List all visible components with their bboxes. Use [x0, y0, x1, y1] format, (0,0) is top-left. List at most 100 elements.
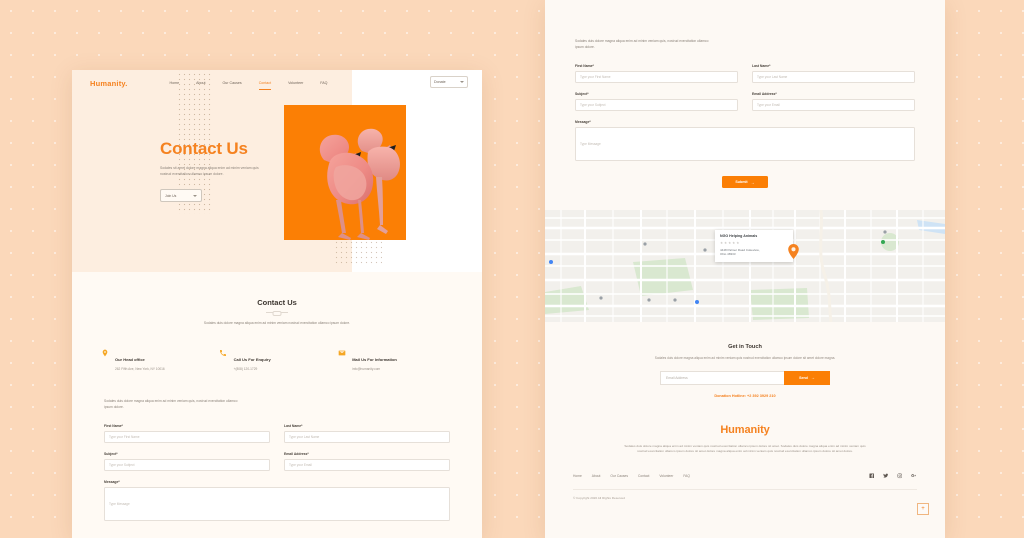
contact-form: First Name* Type your First Name Last Na…: [104, 424, 450, 521]
subscribe-email-input[interactable]: Email Address: [660, 370, 784, 385]
map-canvas: [545, 210, 945, 322]
send-button-label: Send: [799, 375, 808, 380]
footer-paragraph: Sodales duis dolore magna aliqua enim ad…: [624, 443, 866, 454]
get-in-touch-title: Get in Touch: [728, 344, 762, 350]
field-label: First Name*: [575, 64, 594, 68]
submit-button[interactable]: Submit →: [722, 176, 768, 188]
field-email: Email Address* Type your Email: [752, 92, 915, 111]
phone-icon: [219, 348, 228, 357]
nav-item-our-causes[interactable]: Our Causes: [223, 79, 242, 87]
input-placeholder: Email Address: [666, 375, 688, 380]
site-footer: Humanity Sodales duis dolore magna aliqu…: [545, 397, 945, 500]
email-input[interactable]: Type your Email: [752, 99, 915, 111]
footer-nav: Home About Our Causes Contact Volunteer …: [573, 474, 690, 478]
star-icon: ★: [736, 240, 740, 245]
form-intro-text: Sodales duis dolore magna aliqua enim ad…: [104, 399, 238, 409]
map-place-title: NGO Helping Animals: [720, 234, 758, 238]
contact-info-detail: +(808) 120-1729: [233, 367, 258, 371]
input-placeholder: Type your Last Name: [757, 75, 788, 79]
google-plus-icon[interactable]: [910, 473, 917, 480]
subscribe-form: Email Address Send →: [660, 370, 830, 385]
arrow-right-icon: →: [810, 375, 815, 380]
field-label: Subject*: [104, 452, 118, 456]
last-name-input[interactable]: Type your Last Name: [284, 431, 450, 443]
footer-logo[interactable]: Humanity: [545, 424, 945, 436]
input-placeholder: Type your Subject: [580, 103, 606, 107]
first-name-input[interactable]: Type your First Name: [104, 431, 270, 443]
copyright-text: © Copyright 2020 All Rights Reserved: [573, 495, 625, 500]
map-address-line-2: Ohio 48333: [720, 252, 736, 256]
contact-info-heading: Our Head office: [115, 357, 145, 362]
field-label: Last Name*: [284, 424, 303, 428]
message-textarea[interactable]: Type Message: [104, 487, 450, 521]
contact-info-detail: 262 Fifth Ave, New York, NY 10016: [115, 367, 165, 371]
field-label: Message*: [104, 480, 120, 484]
right-page-mockup: Sodales duis dolore magna aliqua enim ad…: [545, 0, 945, 538]
input-placeholder: Type your Email: [289, 463, 312, 467]
facebook-icon[interactable]: [868, 473, 875, 480]
nav-item-contact[interactable]: Contact: [258, 79, 272, 90]
map-rating-stars: ★ ★ ★ ★ ★: [720, 241, 788, 245]
footer-bar: Home About Our Causes Contact Volunteer …: [545, 473, 945, 480]
subject-input[interactable]: Type your Subject: [104, 459, 270, 471]
field-message: Message* Type Message: [104, 480, 450, 521]
field-first-name: First Name* Type your First Name: [104, 424, 270, 443]
star-icon: ★: [724, 240, 728, 245]
donate-button[interactable]: Donate: [430, 76, 468, 88]
map-pin-icon: [100, 348, 109, 357]
footer-link-home[interactable]: Home: [573, 474, 582, 478]
hero-paragraph: Sodales sit amet dolore magna aliqua eni…: [160, 166, 259, 176]
nav-item-faq[interactable]: FAQ: [320, 79, 327, 87]
field-label: Last Name*: [752, 64, 771, 68]
arrow-right-icon: →: [750, 179, 755, 185]
mail-icon: [337, 348, 346, 357]
footer-link-volunteer[interactable]: Volunteer: [659, 474, 673, 478]
footer-link-our-causes[interactable]: Our Causes: [610, 474, 628, 478]
message-textarea[interactable]: Type Message: [575, 127, 915, 161]
site-logo[interactable]: Humanity.: [90, 79, 128, 88]
chevron-down-icon: [193, 194, 197, 197]
footer-link-faq[interactable]: FAQ: [683, 474, 690, 478]
map-info-card[interactable]: NGO Helping Animals ★ ★ ★ ★ ★ 4448 Palme…: [715, 230, 793, 262]
contact-form: First Name* Type your First Name Last Na…: [575, 64, 915, 161]
contact-info-phone: Call Us For Enquiry +(808) 120-1729: [219, 348, 336, 372]
map-marker-icon[interactable]: [788, 244, 799, 259]
left-page-mockup: Humanity. Home About Our Causes Contact …: [72, 70, 482, 538]
star-icon: ★: [732, 240, 736, 245]
join-us-button[interactable]: Join Us: [160, 189, 202, 202]
field-label: Email Address*: [752, 92, 777, 96]
field-subject: Subject* Type your Subject: [575, 92, 738, 111]
join-us-label: Join Us: [165, 193, 177, 198]
field-subject: Subject* Type your Subject: [104, 452, 270, 471]
last-name-input[interactable]: Type your Last Name: [752, 71, 915, 83]
field-label: First Name*: [104, 424, 123, 428]
input-placeholder: Type your Email: [757, 103, 780, 107]
floating-add-badge[interactable]: +: [917, 503, 929, 515]
nav-item-volunteer[interactable]: Volunteer: [288, 79, 303, 87]
contact-info-mail: Mail Us For Information info@humanity.co…: [337, 348, 454, 372]
contact-info-heading: Mail Us For Information: [352, 357, 397, 362]
footer-link-about[interactable]: About: [592, 474, 601, 478]
first-name-input[interactable]: Type your First Name: [575, 71, 738, 83]
twitter-icon[interactable]: [882, 473, 889, 480]
form-intro-text: Sodales duis dolore magna aliqua enim ad…: [575, 39, 709, 49]
hero-content: Contact Us Sodales sit amet dolore magna…: [160, 140, 320, 202]
star-icon: ★: [728, 240, 732, 245]
send-button[interactable]: Send →: [784, 370, 830, 385]
field-first-name: First Name* Type your First Name: [575, 64, 738, 83]
input-placeholder: Type Message: [580, 142, 601, 146]
footer-link-contact[interactable]: Contact: [638, 474, 649, 478]
email-input[interactable]: Type your Email: [284, 459, 450, 471]
field-email: Email Address* Type your Email: [284, 452, 450, 471]
field-last-name: Last Name* Type your Last Name: [284, 424, 450, 443]
subject-input[interactable]: Type your Subject: [575, 99, 738, 111]
star-icon: ★: [720, 240, 724, 245]
get-in-touch-section: Get in Touch Sodales duis dolore magna a…: [545, 322, 945, 398]
input-placeholder: Type your Subject: [109, 463, 135, 467]
footer-social-links: [868, 473, 917, 480]
instagram-icon[interactable]: [896, 473, 903, 480]
contact-info-heading: Call Us For Enquiry: [233, 357, 271, 362]
location-map[interactable]: NGO Helping Animals ★ ★ ★ ★ ★ 4448 Palme…: [545, 210, 945, 322]
page-title: Contact Us: [160, 139, 248, 158]
input-placeholder: Type your First Name: [109, 435, 140, 439]
